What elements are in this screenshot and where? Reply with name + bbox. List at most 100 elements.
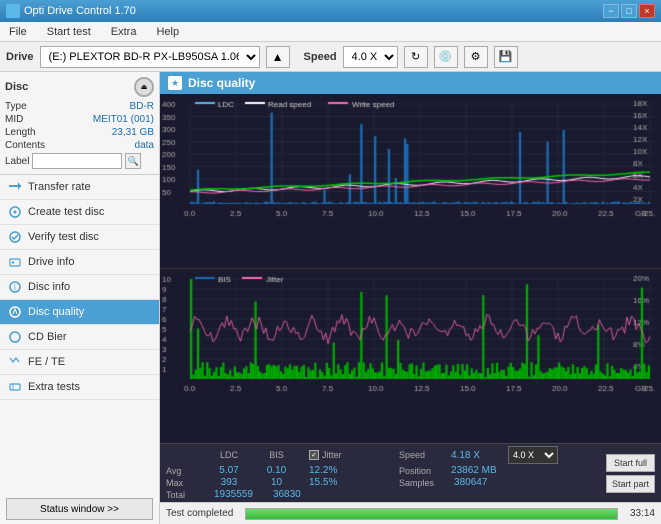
drive-select[interactable]: (E:) PLEXTOR BD-R PX-LB950SA 1.06 xyxy=(40,46,260,68)
titlebar-buttons: − □ × xyxy=(603,4,655,18)
sidebar-drive-info-label: Drive info xyxy=(28,256,74,268)
jitter-check[interactable]: ✓ Jitter xyxy=(309,450,379,460)
samples-label: Samples xyxy=(399,478,434,488)
bottom-chart xyxy=(160,269,661,443)
sidebar-item-disc-info[interactable]: i Disc info xyxy=(0,275,159,300)
refresh-button[interactable]: ↻ xyxy=(404,46,428,68)
titlebar-left: Opti Drive Control 1.70 xyxy=(6,4,136,18)
total-bis: 36830 xyxy=(273,489,301,500)
sidebar-fe-te-label: FE / TE xyxy=(28,356,65,368)
mid-value: MEIT01 (001) xyxy=(93,114,154,125)
menu-extra[interactable]: Extra xyxy=(106,24,142,40)
speed-label: Speed xyxy=(304,51,337,63)
avg-jitter: 12.2% xyxy=(309,465,379,476)
menu-file[interactable]: File xyxy=(4,24,32,40)
length-label: Length xyxy=(5,127,36,138)
charts-area xyxy=(160,94,661,443)
menu-start-test[interactable]: Start test xyxy=(42,24,96,40)
jitter-label: Jitter xyxy=(322,450,342,460)
disc-button[interactable]: 💿 xyxy=(434,46,458,68)
type-label: Type xyxy=(5,101,27,112)
menubar: File Start test Extra Help xyxy=(0,22,661,42)
time-text: 33:14 xyxy=(630,508,655,519)
disc-eject-icon[interactable]: ⏏ xyxy=(134,77,154,97)
sidebar-create-test-disc-label: Create test disc xyxy=(28,206,104,218)
drive-eject-button[interactable]: ▲ xyxy=(266,46,290,68)
status-text: Test completed xyxy=(166,508,233,519)
menu-help[interactable]: Help xyxy=(151,24,184,40)
sidebar-disc-info-label: Disc info xyxy=(28,281,70,293)
sidebar-verify-test-disc-label: Verify test disc xyxy=(28,231,99,243)
disc-panel: Disc ⏏ Type BD-R MID MEIT01 (001) Length… xyxy=(0,72,159,175)
max-bis: 10 xyxy=(264,477,289,488)
sidebar-disc-quality-label: Disc quality xyxy=(28,306,84,318)
drive-toolbar: Drive (E:) PLEXTOR BD-R PX-LB950SA 1.06 … xyxy=(0,42,661,72)
avg-ldc: 5.07 xyxy=(214,465,244,476)
app-title: Opti Drive Control 1.70 xyxy=(24,5,136,17)
sidebar-item-transfer-rate[interactable]: Transfer rate xyxy=(0,175,159,200)
top-chart xyxy=(160,94,661,269)
sidebar-item-cd-bier[interactable]: CD Bier xyxy=(0,325,159,350)
sidebar-item-disc-quality[interactable]: Disc quality xyxy=(0,300,159,325)
mid-label: MID xyxy=(5,114,23,125)
action-buttons: Start full Start part xyxy=(606,454,655,493)
save-button[interactable]: 💾 xyxy=(494,46,518,68)
sidebar-menu: Transfer rate Create test disc Verify te… xyxy=(0,175,159,494)
cd-bier-icon xyxy=(8,330,22,344)
label-search-button[interactable]: 🔍 xyxy=(125,153,141,169)
avg-label: Avg xyxy=(166,466,194,476)
bottom-status-bar: Test completed 33:14 xyxy=(160,502,661,524)
sidebar-item-fe-te[interactable]: FE / TE xyxy=(0,350,159,375)
sidebar-item-verify-test-disc[interactable]: Verify test disc xyxy=(0,225,159,250)
maximize-button[interactable]: □ xyxy=(621,4,637,18)
disc-info-icon: i xyxy=(8,280,22,294)
sidebar-transfer-rate-label: Transfer rate xyxy=(28,181,91,193)
verify-test-disc-icon xyxy=(8,230,22,244)
position-value: 23862 MB xyxy=(451,465,497,476)
extra-tests-icon xyxy=(8,380,22,394)
label-input[interactable] xyxy=(32,153,122,169)
disc-section-title: Disc xyxy=(5,81,28,93)
disc-quality-header-icon: ★ xyxy=(168,76,182,90)
total-label: Total xyxy=(166,490,194,500)
speed-select-2[interactable]: 4.0 X 2.0 X 8.0 X xyxy=(508,446,558,464)
main-area: Disc ⏏ Type BD-R MID MEIT01 (001) Length… xyxy=(0,72,661,524)
position-label: Position xyxy=(399,466,431,476)
sidebar-cd-bier-label: CD Bier xyxy=(28,331,67,343)
drive-label: Drive xyxy=(6,51,34,63)
sidebar-item-create-test-disc[interactable]: Create test disc xyxy=(0,200,159,225)
sidebar-extra-tests-label: Extra tests xyxy=(28,381,80,393)
avg-bis: 0.10 xyxy=(264,465,289,476)
app-icon xyxy=(6,4,20,18)
progress-fill xyxy=(246,509,617,519)
max-ldc: 393 xyxy=(214,477,244,488)
create-test-disc-icon xyxy=(8,205,22,219)
progress-bar xyxy=(245,508,618,520)
disc-quality-header: ★ Disc quality xyxy=(160,72,661,94)
sidebar: Disc ⏏ Type BD-R MID MEIT01 (001) Length… xyxy=(0,72,160,524)
max-label: Max xyxy=(166,478,194,488)
titlebar: Opti Drive Control 1.70 − □ × xyxy=(0,0,661,22)
ldc-header: LDC xyxy=(214,450,244,460)
fe-te-icon xyxy=(8,355,22,369)
bis-header: BIS xyxy=(264,450,289,460)
speed-select[interactable]: 4.0 X 1.0 X 2.0 X 6.0 X 8.0 X xyxy=(343,46,398,68)
drive-info-icon xyxy=(8,255,22,269)
status-window-button[interactable]: Status window >> xyxy=(6,498,153,520)
start-full-button[interactable]: Start full xyxy=(606,454,655,472)
sidebar-item-drive-info[interactable]: Drive info xyxy=(0,250,159,275)
disc-quality-title: Disc quality xyxy=(188,76,255,90)
speed-value: 4.18 X xyxy=(451,450,486,461)
svg-text:i: i xyxy=(14,283,16,292)
jitter-checkbox[interactable]: ✓ xyxy=(309,450,319,460)
contents-value: data xyxy=(135,140,154,151)
minimize-button[interactable]: − xyxy=(603,4,619,18)
close-button[interactable]: × xyxy=(639,4,655,18)
disc-quality-icon xyxy=(8,305,22,319)
contents-label: Contents xyxy=(5,140,45,151)
max-jitter: 15.5% xyxy=(309,477,379,488)
length-value: 23,31 GB xyxy=(112,127,154,138)
settings-button[interactable]: ⚙ xyxy=(464,46,488,68)
start-part-button[interactable]: Start part xyxy=(606,475,655,493)
sidebar-item-extra-tests[interactable]: Extra tests xyxy=(0,375,159,400)
